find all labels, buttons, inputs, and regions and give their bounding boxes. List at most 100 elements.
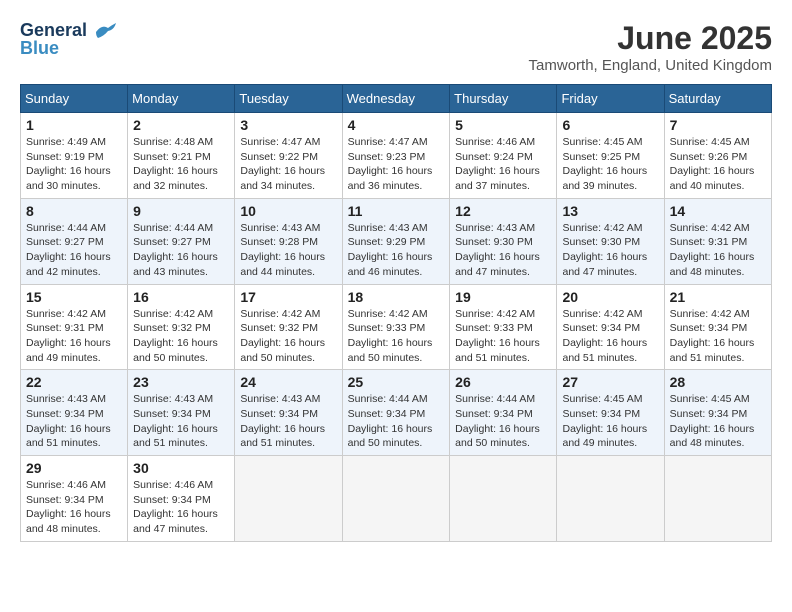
day-number: 22 — [26, 374, 122, 390]
calendar-header-sunday: Sunday — [21, 85, 128, 113]
day-info: Sunrise: 4:44 AMSunset: 9:34 PMDaylight:… — [455, 392, 551, 451]
day-number: 4 — [348, 117, 445, 133]
calendar-header-friday: Friday — [557, 85, 664, 113]
day-number: 3 — [240, 117, 336, 133]
calendar-cell: 15Sunrise: 4:42 AMSunset: 9:31 PMDayligh… — [21, 284, 128, 370]
day-info: Sunrise: 4:42 AMSunset: 9:34 PMDaylight:… — [562, 307, 658, 366]
day-info: Sunrise: 4:45 AMSunset: 9:25 PMDaylight:… — [562, 135, 658, 194]
calendar-header-wednesday: Wednesday — [342, 85, 450, 113]
day-number: 2 — [133, 117, 229, 133]
day-number: 12 — [455, 203, 551, 219]
day-number: 23 — [133, 374, 229, 390]
calendar-header-tuesday: Tuesday — [235, 85, 342, 113]
day-info: Sunrise: 4:45 AMSunset: 9:26 PMDaylight:… — [670, 135, 766, 194]
day-info: Sunrise: 4:43 AMSunset: 9:34 PMDaylight:… — [133, 392, 229, 451]
day-info: Sunrise: 4:42 AMSunset: 9:33 PMDaylight:… — [348, 307, 445, 366]
day-number: 28 — [670, 374, 766, 390]
day-number: 19 — [455, 289, 551, 305]
day-info: Sunrise: 4:44 AMSunset: 9:27 PMDaylight:… — [26, 221, 122, 280]
day-number: 9 — [133, 203, 229, 219]
day-number: 7 — [670, 117, 766, 133]
calendar-week-row: 29 Sunrise: 4:46 AMSunset: 9:34 PMDayligh… — [21, 456, 772, 542]
location: Tamworth, England, United Kingdom — [529, 57, 772, 74]
day-info: Sunrise: 4:45 AMSunset: 9:34 PMDaylight:… — [670, 392, 766, 451]
day-info: Sunrise: 4:42 AMSunset: 9:34 PMDaylight:… — [670, 307, 766, 366]
calendar-cell — [235, 456, 342, 542]
day-number: 6 — [562, 117, 658, 133]
calendar-cell: 20 Sunrise: 4:42 AMSunset: 9:34 PMDayligh… — [557, 284, 664, 370]
calendar-cell: 25 Sunrise: 4:44 AMSunset: 9:34 PMDayligh… — [342, 370, 450, 456]
day-info: Sunrise: 4:42 AMSunset: 9:33 PMDaylight:… — [455, 307, 551, 366]
day-number: 8 — [26, 203, 122, 219]
title-area: June 2025 Tamworth, England, United King… — [529, 20, 772, 74]
day-number: 10 — [240, 203, 336, 219]
calendar-cell — [664, 456, 771, 542]
day-info: Sunrise: 4:44 AMSunset: 9:27 PMDaylight:… — [133, 221, 229, 280]
day-info: Sunrise: 4:42 AMSunset: 9:31 PMDaylight:… — [670, 221, 766, 280]
calendar-cell: 2 Sunrise: 4:48 AMSunset: 9:21 PMDaylight… — [128, 113, 235, 199]
calendar-cell: 29 Sunrise: 4:46 AMSunset: 9:34 PMDayligh… — [21, 456, 128, 542]
day-info: Sunrise: 4:44 AMSunset: 9:34 PMDaylight:… — [348, 392, 445, 451]
day-info: Sunrise: 4:48 AMSunset: 9:21 PMDaylight:… — [133, 135, 229, 194]
day-number: 11 — [348, 203, 445, 219]
calendar-cell: 27Sunrise: 4:45 AMSunset: 9:34 PMDayligh… — [557, 370, 664, 456]
calendar-cell: 14 Sunrise: 4:42 AMSunset: 9:31 PMDayligh… — [664, 198, 771, 284]
day-info: Sunrise: 4:46 AMSunset: 9:34 PMDaylight:… — [26, 478, 122, 537]
day-number: 18 — [348, 289, 445, 305]
calendar-cell: 10 Sunrise: 4:43 AMSunset: 9:28 PMDayligh… — [235, 198, 342, 284]
calendar-cell: 26 Sunrise: 4:44 AMSunset: 9:34 PMDayligh… — [450, 370, 557, 456]
day-info: Sunrise: 4:46 AMSunset: 9:24 PMDaylight:… — [455, 135, 551, 194]
day-info: Sunrise: 4:43 AMSunset: 9:34 PMDaylight:… — [26, 392, 122, 451]
calendar-cell: 4 Sunrise: 4:47 AMSunset: 9:23 PMDaylight… — [342, 113, 450, 199]
calendar-cell: 5 Sunrise: 4:46 AMSunset: 9:24 PMDaylight… — [450, 113, 557, 199]
day-info: Sunrise: 4:46 AMSunset: 9:34 PMDaylight:… — [133, 478, 229, 537]
calendar-cell — [557, 456, 664, 542]
day-number: 26 — [455, 374, 551, 390]
day-number: 16 — [133, 289, 229, 305]
calendar-cell: 3Sunrise: 4:47 AMSunset: 9:22 PMDaylight… — [235, 113, 342, 199]
calendar-cell: 7 Sunrise: 4:45 AMSunset: 9:26 PMDaylight… — [664, 113, 771, 199]
calendar-cell: 23 Sunrise: 4:43 AMSunset: 9:34 PMDayligh… — [128, 370, 235, 456]
calendar-cell — [450, 456, 557, 542]
calendar-cell: 8 Sunrise: 4:44 AMSunset: 9:27 PMDaylight… — [21, 198, 128, 284]
calendar-week-row: 1Sunrise: 4:49 AMSunset: 9:19 PMDaylight… — [21, 113, 772, 199]
calendar-cell: 18 Sunrise: 4:42 AMSunset: 9:33 PMDayligh… — [342, 284, 450, 370]
day-number: 30 — [133, 460, 229, 476]
calendar-header-row: SundayMondayTuesdayWednesdayThursdayFrid… — [21, 85, 772, 113]
calendar-cell — [342, 456, 450, 542]
calendar-cell: 19 Sunrise: 4:42 AMSunset: 9:33 PMDayligh… — [450, 284, 557, 370]
calendar-cell: 1Sunrise: 4:49 AMSunset: 9:19 PMDaylight… — [21, 113, 128, 199]
calendar-week-row: 22 Sunrise: 4:43 AMSunset: 9:34 PMDayligh… — [21, 370, 772, 456]
calendar-cell: 28 Sunrise: 4:45 AMSunset: 9:34 PMDayligh… — [664, 370, 771, 456]
day-number: 25 — [348, 374, 445, 390]
month-year: June 2025 — [529, 20, 772, 57]
day-number: 24 — [240, 374, 336, 390]
calendar-cell: 11 Sunrise: 4:43 AMSunset: 9:29 PMDayligh… — [342, 198, 450, 284]
day-number: 17 — [240, 289, 336, 305]
calendar-header-saturday: Saturday — [664, 85, 771, 113]
day-info: Sunrise: 4:47 AMSunset: 9:23 PMDaylight:… — [348, 135, 445, 194]
day-info: Sunrise: 4:43 AMSunset: 9:28 PMDaylight:… — [240, 221, 336, 280]
calendar-cell: 6 Sunrise: 4:45 AMSunset: 9:25 PMDaylight… — [557, 113, 664, 199]
day-number: 29 — [26, 460, 122, 476]
calendar-header-thursday: Thursday — [450, 85, 557, 113]
calendar: SundayMondayTuesdayWednesdayThursdayFrid… — [20, 84, 772, 542]
calendar-cell: 21 Sunrise: 4:42 AMSunset: 9:34 PMDayligh… — [664, 284, 771, 370]
logo-bird-icon — [94, 22, 116, 40]
calendar-header-monday: Monday — [128, 85, 235, 113]
day-info: Sunrise: 4:42 AMSunset: 9:32 PMDaylight:… — [240, 307, 336, 366]
calendar-cell: 24 Sunrise: 4:43 AMSunset: 9:34 PMDayligh… — [235, 370, 342, 456]
day-number: 14 — [670, 203, 766, 219]
day-info: Sunrise: 4:43 AMSunset: 9:34 PMDaylight:… — [240, 392, 336, 451]
calendar-cell: 9 Sunrise: 4:44 AMSunset: 9:27 PMDaylight… — [128, 198, 235, 284]
calendar-week-row: 8 Sunrise: 4:44 AMSunset: 9:27 PMDaylight… — [21, 198, 772, 284]
day-info: Sunrise: 4:43 AMSunset: 9:30 PMDaylight:… — [455, 221, 551, 280]
day-number: 5 — [455, 117, 551, 133]
day-info: Sunrise: 4:45 AMSunset: 9:34 PMDaylight:… — [562, 392, 658, 451]
day-number: 20 — [562, 289, 658, 305]
day-info: Sunrise: 4:43 AMSunset: 9:29 PMDaylight:… — [348, 221, 445, 280]
day-number: 21 — [670, 289, 766, 305]
header: General Blue June 2025 Tamworth, England… — [20, 20, 772, 74]
day-info: Sunrise: 4:49 AMSunset: 9:19 PMDaylight:… — [26, 135, 122, 194]
day-info: Sunrise: 4:42 AMSunset: 9:32 PMDaylight:… — [133, 307, 229, 366]
